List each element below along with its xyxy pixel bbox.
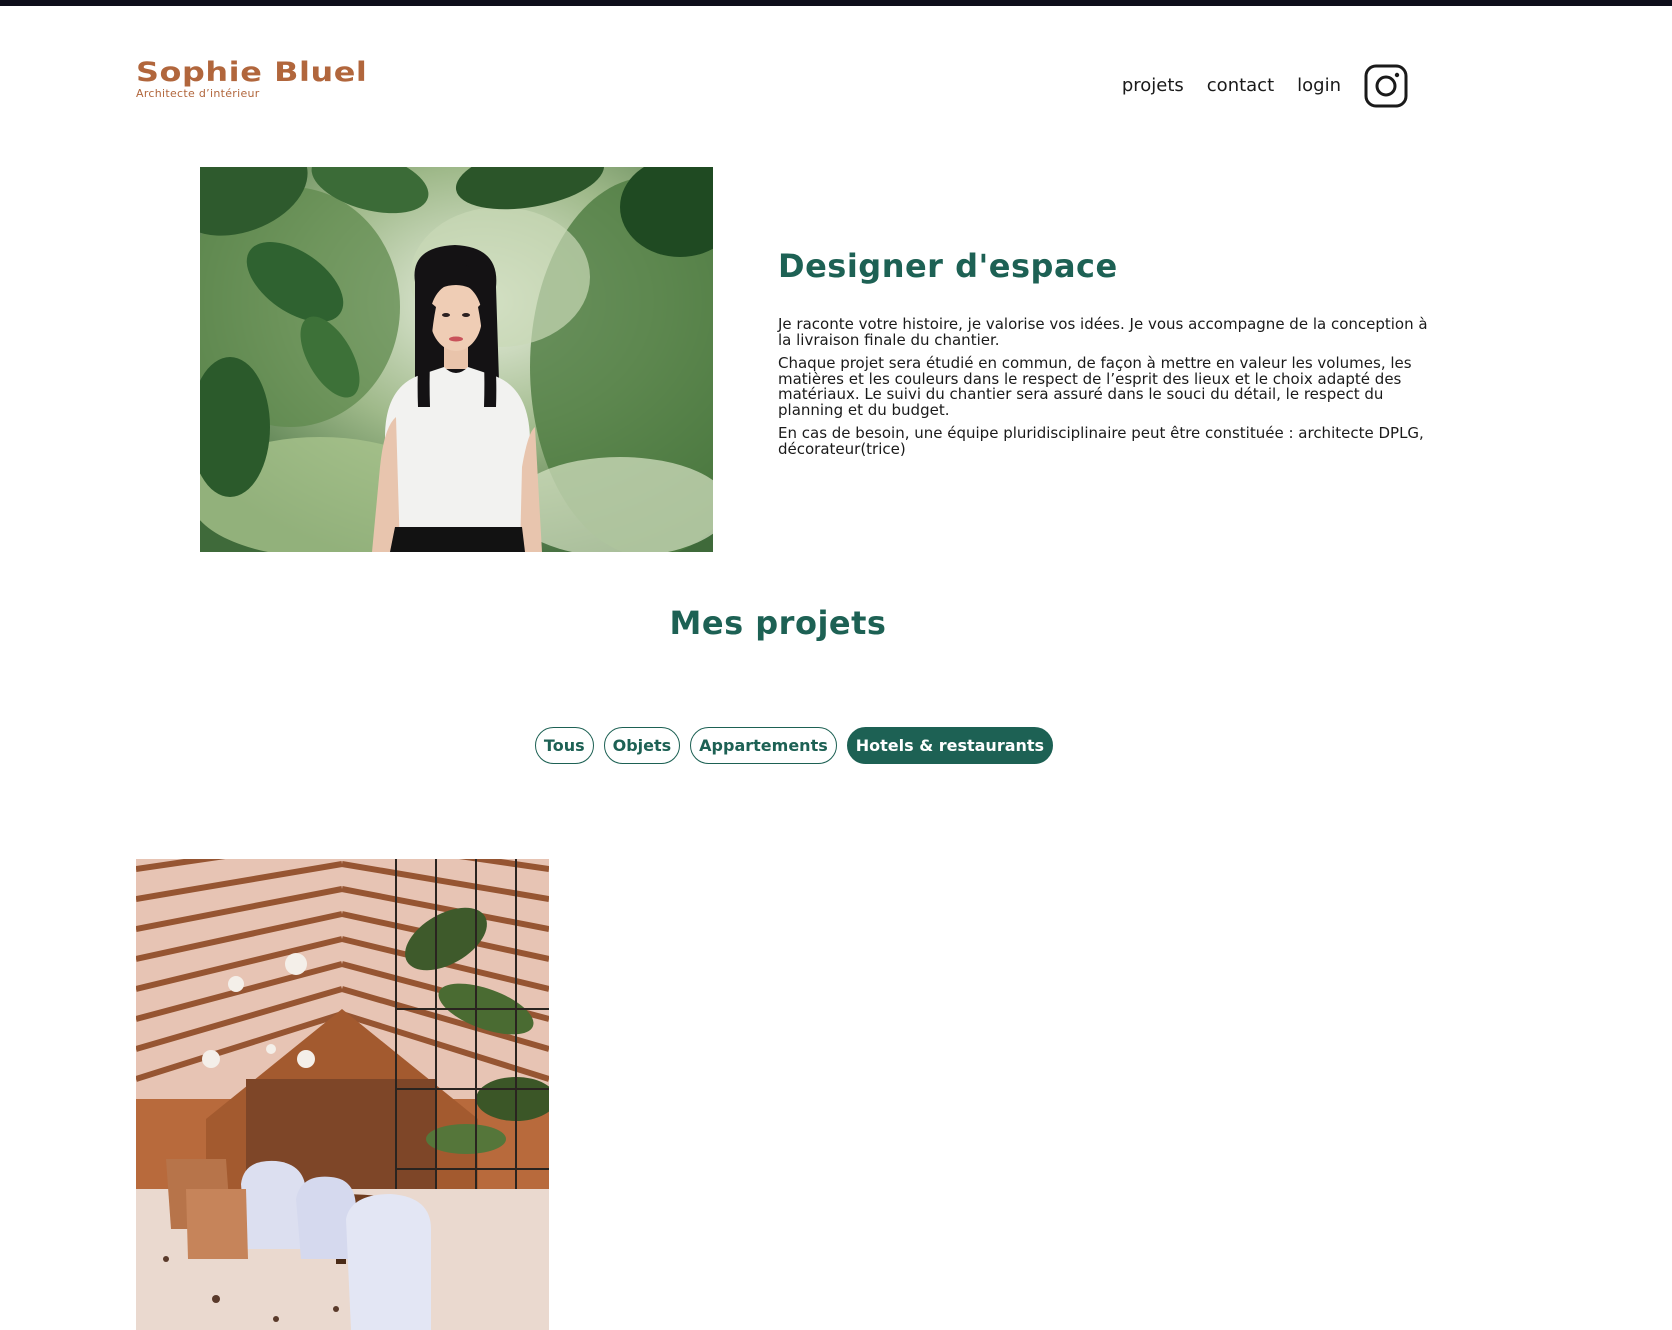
project-image <box>136 859 549 1330</box>
main-nav: projets contact login <box>1099 62 1408 110</box>
filter-tous[interactable]: Tous <box>534 727 594 764</box>
portrait-photo <box>200 167 713 552</box>
filter-objets[interactable]: Objets <box>603 727 681 764</box>
filter-appartements[interactable]: Appartements <box>690 727 837 764</box>
intro-title: Designer d'espace <box>778 247 1118 285</box>
intro-paragraph: Chaque projet sera étudié en commun, de … <box>778 354 1412 419</box>
project-item[interactable] <box>136 859 549 1330</box>
nav-link-contact[interactable]: contact <box>1207 62 1274 110</box>
projects-title: Mes projets <box>669 604 887 642</box>
filter-hotels-restaurants[interactable]: Hotels & restaurants <box>846 727 1054 764</box>
gallery <box>136 859 549 1330</box>
intro-paragraph: En cas de besoin, une équipe pluridiscip… <box>778 424 1424 458</box>
nav-link-projets[interactable]: projets <box>1122 62 1184 110</box>
nav-link-login[interactable]: login <box>1297 62 1341 110</box>
brand-tagline: Architecte d’intérieur <box>136 87 260 100</box>
intro-text: Designer d'espace Je raconte votre histo… <box>778 245 1428 457</box>
instagram-icon[interactable] <box>1364 64 1408 108</box>
logo[interactable]: Sophie Bluel Architecte d’intérieur <box>136 58 367 101</box>
brand-name: Sophie Bluel <box>136 57 368 88</box>
intro-paragraph: Je raconte votre histoire, je valorise v… <box>778 315 1428 349</box>
page: Sophie Bluel Architecte d’intérieur proj… <box>0 0 1672 1330</box>
filter-bar: Tous Objets Appartements Hotels & restau… <box>0 727 1588 764</box>
top-bar <box>0 0 1672 6</box>
